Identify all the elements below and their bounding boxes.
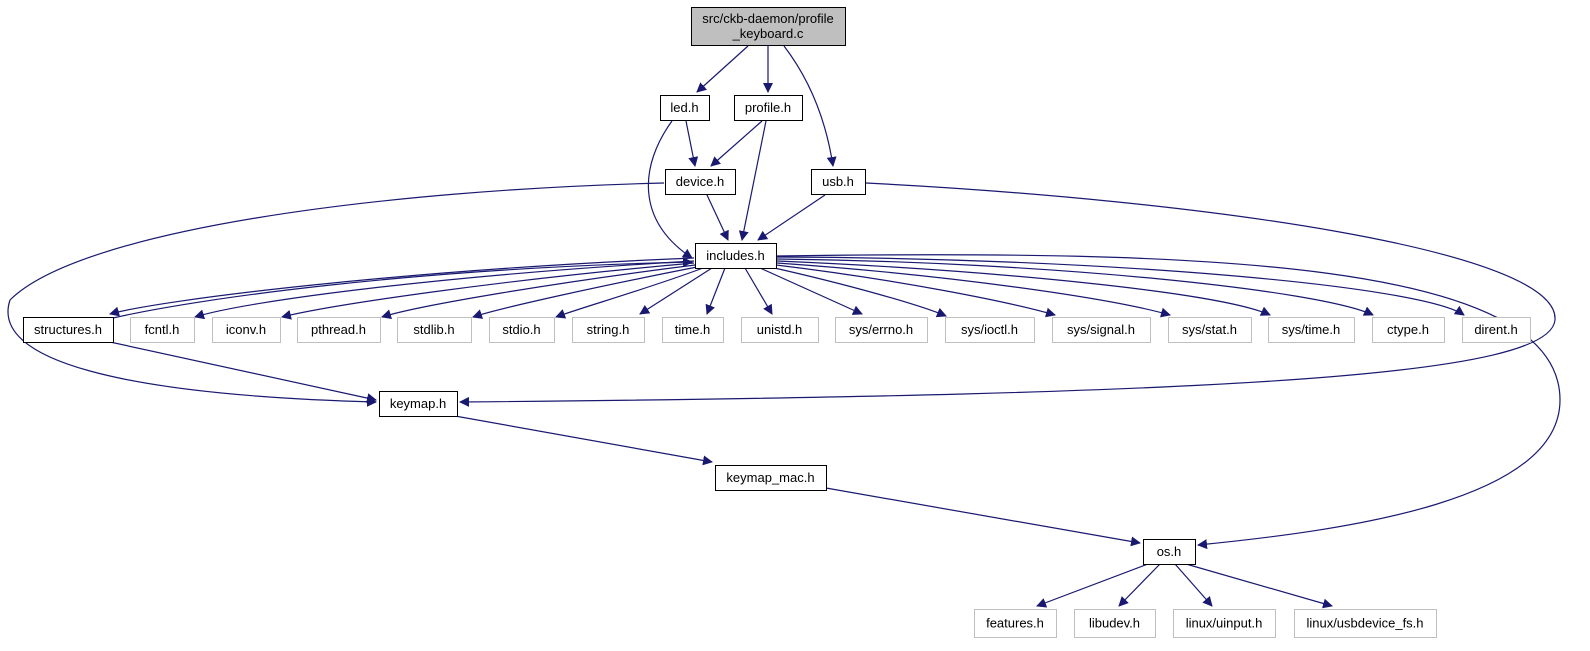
node-label-root-line2: _keyboard.c xyxy=(732,26,804,41)
node-fcntl: fcntl.h xyxy=(130,317,195,343)
edge-includes-to-fcntl xyxy=(194,260,695,320)
node-features: features.h xyxy=(974,609,1057,638)
edge-includes-to-stdio xyxy=(555,267,704,319)
node-label-root-line1: src/ckb-daemon/profile xyxy=(702,11,834,26)
node-label-linuxuinput: linux/uinput.h xyxy=(1186,616,1263,631)
edge-os-to-linuxusbdevice xyxy=(1185,563,1333,609)
edge-includes-to-ctype xyxy=(776,258,1374,316)
node-profile[interactable]: profile.h xyxy=(734,95,803,121)
edge-includes-to-sysioctl xyxy=(769,266,947,318)
node-label-device: device.h xyxy=(676,174,724,189)
edge-keymapmac-to-os xyxy=(825,487,1141,547)
node-label-linuxusbdevice: linux/usbdevice_fs.h xyxy=(1306,616,1423,631)
edge-os-to-libudev xyxy=(1118,563,1161,607)
edge-os-to-features xyxy=(1036,563,1149,608)
node-ctype: ctype.h xyxy=(1372,317,1445,343)
node-label-time: time.h xyxy=(675,322,710,337)
node-label-features: features.h xyxy=(986,616,1044,631)
node-label-stdio: stdio.h xyxy=(502,322,540,337)
node-systime: sys/time.h xyxy=(1268,317,1355,343)
node-label-dirent: dirent.h xyxy=(1474,322,1517,337)
node-syssignal: sys/signal.h xyxy=(1052,317,1151,343)
node-linuxuinput: linux/uinput.h xyxy=(1173,609,1276,638)
node-unistd: unistd.h xyxy=(741,317,819,343)
edge-structures-to-includes xyxy=(112,257,693,319)
edge-includes-to-time xyxy=(705,267,726,315)
node-label-iconv: iconv.h xyxy=(226,322,266,337)
node-label-ctype: ctype.h xyxy=(1387,322,1429,337)
edge-root-to-led xyxy=(696,45,749,93)
node-structures[interactable]: structures.h xyxy=(23,317,114,343)
node-label-stdlib: stdlib.h xyxy=(413,322,454,337)
node-sysioctl: sys/ioctl.h xyxy=(945,317,1035,343)
node-layer: src/ckb-daemon/profile_keyboard.c led.h pr… xyxy=(23,7,1531,638)
node-dirent: dirent.h xyxy=(1462,317,1531,343)
node-iconv: iconv.h xyxy=(212,317,281,343)
edge-led-to-device xyxy=(685,120,699,167)
node-pthread: pthread.h xyxy=(297,317,381,343)
node-label-profile: profile.h xyxy=(745,100,791,115)
node-label-fcntl: fcntl.h xyxy=(145,322,180,337)
edge-includes-to-syssignal xyxy=(775,264,1056,318)
edge-includes-to-unistd xyxy=(744,267,773,315)
edge-profile-to-includes xyxy=(738,120,767,241)
node-label-syssignal: sys/signal.h xyxy=(1067,322,1135,337)
edge-structures-to-keymap xyxy=(109,341,377,403)
node-label-led: led.h xyxy=(670,100,698,115)
node-linuxusbdevice: linux/usbdevice_fs.h xyxy=(1294,609,1437,638)
node-label-keymapmac: keymap_mac.h xyxy=(726,470,814,485)
node-root[interactable]: src/ckb-daemon/profile_keyboard.c xyxy=(691,7,846,46)
edge-usb-to-includes xyxy=(757,194,826,241)
node-label-string: string.h xyxy=(587,322,630,337)
node-string: string.h xyxy=(572,317,645,343)
node-libudev: libudev.h xyxy=(1074,609,1156,638)
node-keymap[interactable]: keymap.h xyxy=(379,391,458,417)
edge-device-to-includes xyxy=(706,194,729,241)
node-syserrno: sys/errno.h xyxy=(835,317,928,343)
node-time: time.h xyxy=(662,317,724,343)
node-label-sysstat: sys/stat.h xyxy=(1182,322,1237,337)
node-keymapmac[interactable]: keymap_mac.h xyxy=(715,465,827,491)
node-usb[interactable]: usb.h xyxy=(811,169,866,195)
node-label-usb: usb.h xyxy=(822,174,854,189)
node-label-libudev: libudev.h xyxy=(1089,616,1140,631)
node-label-unistd: unistd.h xyxy=(757,322,803,337)
node-label-os: os.h xyxy=(1157,544,1182,559)
node-label-structures: structures.h xyxy=(34,322,102,337)
node-label-syserrno: sys/errno.h xyxy=(849,322,913,337)
node-includes[interactable]: includes.h xyxy=(695,243,777,269)
node-label-sysioctl: sys/ioctl.h xyxy=(961,322,1018,337)
edge-usb-to-keymap xyxy=(459,182,1556,407)
node-device[interactable]: device.h xyxy=(665,169,736,195)
edge-keymap-to-keymapmac xyxy=(454,415,713,466)
edge-includes-to-sysstat xyxy=(776,262,1171,318)
edge-profile-to-device xyxy=(710,120,763,167)
node-label-systime: sys/time.h xyxy=(1282,322,1341,337)
node-stdio: stdio.h xyxy=(489,317,555,343)
node-label-pthread: pthread.h xyxy=(311,322,366,337)
include-dependency-graph: src/ckb-daemon/profile_keyboard.c led.h pr… xyxy=(7,7,1561,638)
node-os[interactable]: os.h xyxy=(1143,539,1196,565)
node-stdlib: stdlib.h xyxy=(397,317,472,343)
node-sysstat: sys/stat.h xyxy=(1168,317,1252,343)
node-label-includes: includes.h xyxy=(706,248,765,263)
node-led[interactable]: led.h xyxy=(660,95,710,121)
node-label-keymap: keymap.h xyxy=(390,396,446,411)
edge-includes-to-string xyxy=(639,267,713,315)
